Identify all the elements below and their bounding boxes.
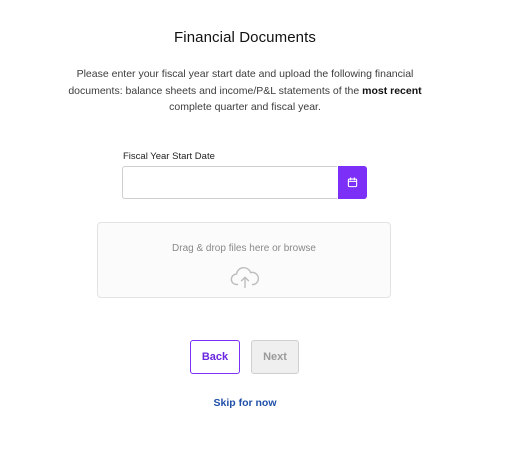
next-button[interactable]: Next	[251, 340, 299, 374]
calendar-button[interactable]	[338, 166, 367, 199]
cloud-upload-icon	[230, 266, 260, 289]
instructions-emphasis: most recent	[362, 84, 422, 97]
financial-documents-page: Financial Documents Please enter your fi…	[0, 0, 512, 453]
calendar-icon	[347, 177, 358, 188]
back-button[interactable]: Back	[190, 340, 240, 374]
skip-for-now-link[interactable]: Skip for now	[0, 397, 490, 409]
dropzone-text: Drag & drop files here or browse	[172, 243, 316, 254]
page-title: Financial Documents	[174, 29, 316, 46]
instructions-text: Please enter your fiscal year start date…	[52, 66, 438, 116]
fiscal-year-start-date-input[interactable]	[122, 166, 337, 199]
fiscal-year-label: Fiscal Year Start Date	[123, 151, 215, 162]
file-dropzone[interactable]: Drag & drop files here or browse	[97, 222, 391, 298]
instructions-part-2: complete quarter and fiscal year.	[169, 101, 321, 113]
